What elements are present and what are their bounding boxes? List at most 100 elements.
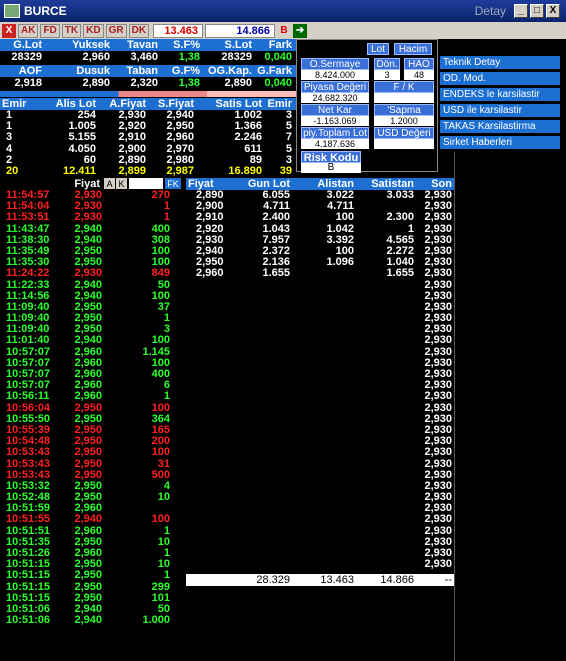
fk-label: F / K [374, 81, 434, 93]
table-row: 10:51:06 2,940 1.000 [0, 615, 184, 626]
trade-lot: 1 [163, 390, 170, 403]
fk-button[interactable]: FK [165, 178, 181, 189]
trade-price: 2,950 [74, 457, 102, 470]
son-row: 2,930 [416, 391, 454, 402]
trade-lot: 31 [157, 457, 170, 470]
menu-item-teknik-detay[interactable]: Teknik Detay [440, 56, 560, 69]
piyasa-value: 24.682.320 [301, 93, 369, 103]
lot-button[interactable]: Lot [367, 43, 389, 55]
side-menu: Teknik Detay OD. Mod. ENDEKS le karsilas… [440, 56, 560, 152]
trade-price: 2,940 [74, 278, 102, 291]
price-rows: 2,890 6.055 3.022 3.033 2,900 4.711 4.711 2,910… [186, 189, 454, 280]
tab-gr[interactable]: GR [105, 23, 127, 38]
price-cell: 2,960 [196, 267, 224, 280]
depth-cell: 39 [279, 164, 292, 177]
price-total-fiyat [186, 574, 230, 586]
price-cell: 1.655 [262, 267, 290, 280]
price-total-satistan: 14.866 [380, 574, 414, 586]
fk-value [374, 93, 434, 103]
glot-label: G.Lot [13, 39, 42, 51]
menu-item-endeks[interactable]: ENDEKS le karsilastir [440, 88, 560, 101]
trade-price: 2,960 [74, 390, 102, 403]
depth-cell: 7 [285, 131, 292, 144]
tab-kd[interactable]: KD [83, 23, 104, 38]
summary-row2-values: 2,918 2,890 2,320 1,38 2,890 0,040 [0, 77, 296, 89]
netkar-label: Net Kar [301, 104, 369, 116]
risk-value: B [301, 163, 361, 173]
fark-value: 0,040 [264, 51, 292, 63]
piyasa-label: Piyasa Değeri [301, 81, 369, 93]
arrow-icon[interactable]: ➔ [293, 23, 308, 38]
sf-value: 1,38 [178, 51, 200, 63]
son-row: 2,930 [416, 559, 454, 570]
tab-ak[interactable]: AK [18, 23, 39, 38]
tab-tk[interactable]: TK [61, 23, 82, 38]
window-title: BURCE [24, 4, 67, 18]
close-icon[interactable]: X [2, 23, 16, 38]
trade-lot: 1 [163, 211, 170, 224]
hacim-button[interactable]: Hacim [394, 43, 432, 55]
a-button[interactable]: A [104, 178, 115, 189]
b-button[interactable]: B [277, 23, 292, 38]
don-label: Dön. [374, 58, 400, 70]
trade-price: 2,940 [74, 614, 102, 627]
son-row: 2,930 [416, 212, 454, 223]
gfark-value: 0,040 [264, 77, 292, 89]
summary-row2-headers: AOF Dusuk Taban G.F% OG.Kap. G.Fark [0, 65, 296, 77]
tavan-value: 3,460 [130, 51, 158, 63]
ogkap-value: 2,890 [224, 77, 252, 89]
trade-lot: 10 [157, 558, 170, 571]
menu-item-takas[interactable]: TAKAS Karsilastirma [440, 120, 560, 133]
hao-label: HAO [404, 58, 434, 70]
k-button[interactable]: K [116, 178, 127, 189]
sapma-label: 'Sapma [374, 104, 434, 116]
trade-time: 11:53:51 [6, 211, 50, 224]
trade-time: 10:56:11 [6, 390, 50, 403]
menu-item-haberler[interactable]: Sirket Haberleri [440, 136, 560, 149]
son-row: 2,930 [416, 447, 454, 458]
minimize-button[interactable]: _ [514, 4, 528, 18]
depth-cell: 3 [6, 131, 13, 144]
trade-lot: 849 [151, 267, 170, 280]
depth-rows: 1 254 2,930 2,940 1.002 3 1 1.005 2,920 2,950 1.36… [0, 109, 296, 177]
depth-cell: 16.890 [228, 164, 262, 177]
trade-lot: 500 [151, 468, 170, 481]
table-row: 10:51:15 2,950 1 [0, 570, 184, 581]
maximize-button[interactable]: □ [530, 4, 544, 18]
trade-price: 2,930 [74, 267, 102, 280]
price-total-gunlot: 28.329 [256, 574, 290, 586]
tab-fd[interactable]: FD [40, 23, 60, 38]
depth-row: 3 5.155 2,910 2,960 2.246 7 [0, 132, 296, 143]
menu-item-od-mod[interactable]: OD. Mod. [440, 72, 560, 85]
slot-label: S.Lot [224, 39, 253, 51]
tab-dk[interactable]: DK [128, 23, 150, 38]
price-row: 2,910 2.400 100 2.300 [186, 212, 454, 223]
price-cell: 2.400 [262, 211, 290, 224]
pytoplam-value: 4.187.636 [301, 139, 369, 149]
table-row: 11:53:51 2,930 1 [0, 212, 184, 223]
son-cell: 2,930 [424, 278, 452, 291]
menu-item-usd[interactable]: USD ile karsilastir [440, 104, 560, 117]
son-column: 2,930 2,930 2,930 2,930 2,930 2,930 2,930 2,930… [416, 189, 454, 570]
trade-time: 10:51:06 [6, 614, 51, 627]
yuksek-value: 2,960 [82, 51, 110, 63]
sf-label: S.F% [173, 39, 200, 51]
close-button[interactable]: X [546, 4, 560, 18]
son-cell: 2,930 [424, 267, 452, 280]
filter-input[interactable] [129, 178, 163, 189]
son-row: 2,930 [416, 514, 454, 525]
son-row: 2,930 [416, 278, 454, 291]
depth-cell: 1 [6, 109, 13, 121]
price-cell: 2.300 [386, 211, 414, 224]
trade-lot: 400 [151, 368, 170, 380]
slot-value: 28329 [221, 51, 252, 63]
trade-time: 11:22:33 [6, 278, 50, 291]
taban-label: Taban [126, 65, 158, 77]
depth-cell: 4 [6, 142, 13, 155]
trade-time: 11:24:22 [6, 267, 50, 280]
trade-price: 2,930 [74, 211, 102, 224]
table-row: 11:01:40 2,940 100 [0, 335, 184, 346]
sell-volume-field: 13.463 [153, 23, 204, 38]
trade-lot: 10 [157, 491, 170, 504]
trade-lot: 10 [157, 535, 170, 548]
